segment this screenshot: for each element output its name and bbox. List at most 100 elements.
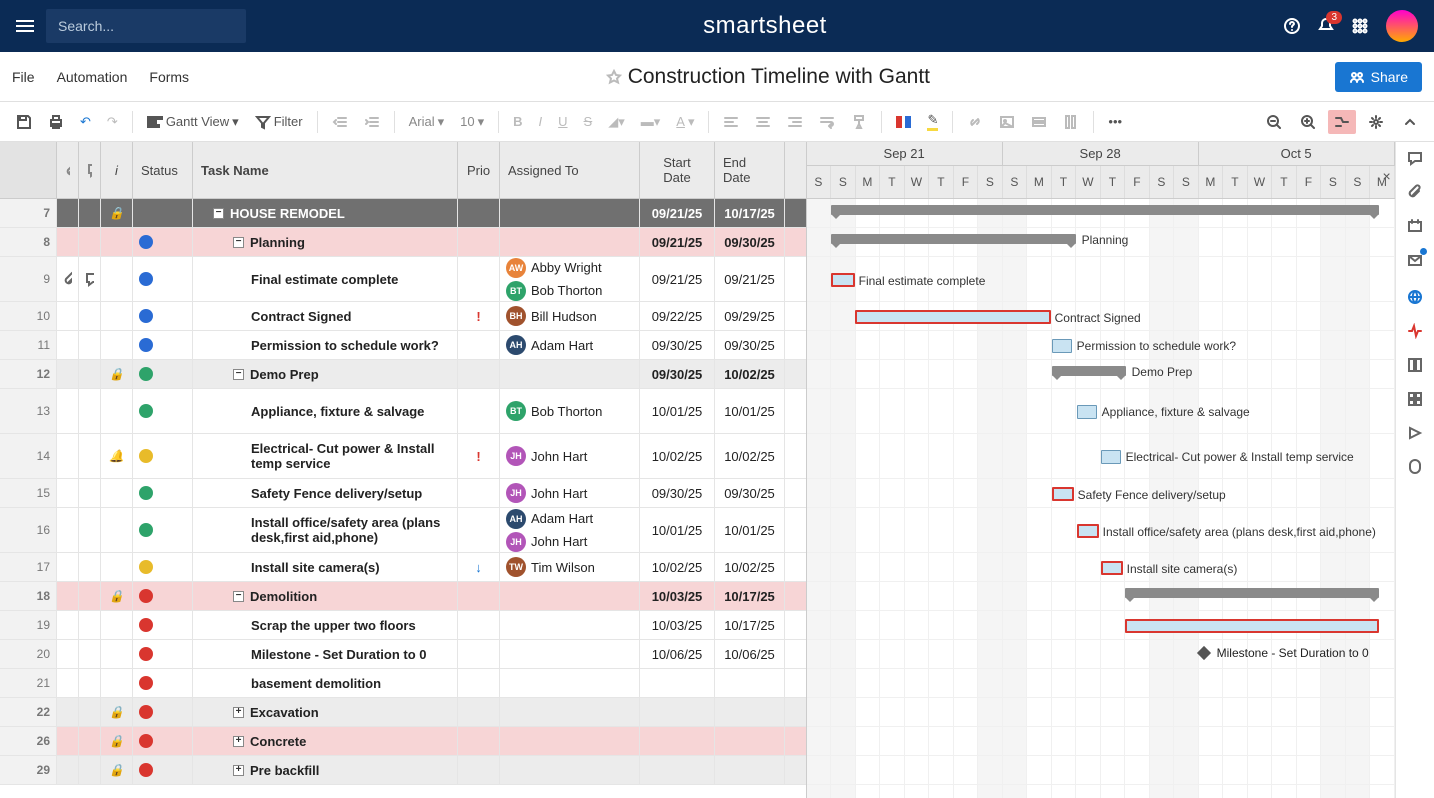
gantt-pane: × Sep 21 Sep 28 Oct 5 SSMTWTFSSMTWTFSSMT… (807, 142, 1395, 798)
notifications-button[interactable]: 3 (1318, 17, 1334, 36)
more-button[interactable]: ••• (1102, 110, 1128, 133)
week-label: Sep 28 (1003, 142, 1199, 165)
table-row[interactable]: 15Safety Fence delivery/setupJHJohn Hart… (0, 479, 806, 508)
table-row[interactable]: 13Appliance, fixture & salvageBTBob Thor… (0, 389, 806, 434)
summary-icon[interactable] (1407, 357, 1423, 373)
table-row[interactable]: 7🔒−HOUSE REMODEL09/21/2510/17/25 (0, 199, 806, 228)
align-right-button[interactable] (781, 110, 809, 134)
table-row[interactable]: 18🔒−Demolition10/03/2510/17/25 (0, 582, 806, 611)
work-apps-icon[interactable] (1407, 391, 1423, 407)
avatar[interactable] (1386, 10, 1418, 42)
size-selector[interactable]: 10 ▾ (454, 110, 490, 134)
format-painter-button[interactable] (845, 110, 873, 134)
help-icon[interactable] (1284, 18, 1300, 34)
table-row[interactable]: 29🔒+Pre backfill (0, 756, 806, 785)
col-comment[interactable] (79, 142, 101, 198)
app-menu: File Automation Forms (0, 69, 201, 85)
grid-header: i Status Task Name Prio Assigned To Star… (0, 142, 806, 199)
connections-icon[interactable] (1407, 459, 1423, 475)
search-input[interactable] (56, 17, 241, 35)
table-row[interactable]: 10Contract Signed!BHBill Hudson09/22/250… (0, 302, 806, 331)
col-indicator[interactable]: i (101, 142, 133, 198)
undo-button[interactable]: ↶ (74, 110, 97, 134)
col-startdate[interactable]: Start Date (640, 142, 715, 198)
page-title: Construction Timeline with Gantt (628, 65, 930, 89)
collapse-button[interactable] (1396, 110, 1424, 134)
grid-rows: 7🔒−HOUSE REMODEL09/21/2510/17/258−Planni… (0, 199, 806, 798)
menu-forms[interactable]: Forms (149, 69, 189, 85)
close-icon[interactable]: × (1382, 168, 1390, 184)
save-button[interactable] (10, 110, 38, 134)
col-taskname[interactable]: Task Name (193, 142, 458, 198)
filter-button[interactable]: Filter (249, 110, 309, 134)
zoom-out-button[interactable] (1260, 110, 1288, 134)
table-row[interactable]: 14🔔Electrical- Cut power & Install temp … (0, 434, 806, 479)
activity-log-icon[interactable] (1407, 323, 1423, 339)
menu-automation[interactable]: Automation (57, 69, 128, 85)
app-launcher-icon[interactable] (1352, 18, 1368, 34)
proofs-icon[interactable] (1407, 218, 1423, 234)
table-row[interactable]: 20Milestone - Set Duration to 010/06/251… (0, 640, 806, 669)
wrap-button[interactable] (813, 110, 841, 134)
align-left-button[interactable] (717, 110, 745, 134)
align-center-button[interactable] (749, 110, 777, 134)
col-enddate[interactable]: End Date (715, 142, 785, 198)
gantt-body[interactable]: PlanningFinal estimate completeContract … (807, 199, 1395, 798)
right-rail (1395, 142, 1434, 798)
italic-button[interactable]: I (533, 110, 549, 133)
table-row[interactable]: 22🔒+Excavation (0, 698, 806, 727)
columns-button[interactable] (1057, 110, 1085, 134)
col-priority[interactable]: Prio (458, 142, 500, 198)
publish-icon[interactable] (1407, 289, 1423, 305)
underline-button[interactable]: U (552, 110, 573, 133)
print-button[interactable] (42, 110, 70, 134)
link-button[interactable] (961, 110, 989, 134)
col-attachment[interactable] (57, 142, 79, 198)
table-row[interactable]: 9Final estimate completeAWAbby WrightBTB… (0, 257, 806, 302)
page-title-wrap: Construction Timeline with Gantt (201, 65, 1335, 89)
top-nav: smartsheet 3 (0, 0, 1434, 52)
search-box[interactable] (46, 9, 246, 43)
text-color-button[interactable]: A▾ (670, 110, 700, 134)
indent-button[interactable] (358, 110, 386, 134)
col-status[interactable]: Status (133, 142, 193, 198)
table-row[interactable]: 8−Planning09/21/2509/30/25 (0, 228, 806, 257)
image-button[interactable] (993, 110, 1021, 134)
strike-button[interactable]: S (578, 110, 599, 133)
toolbar: ↶ ↷ Gantt View ▾ Filter Arial ▾ 10 ▾ B I… (0, 102, 1434, 142)
outdent-button[interactable] (326, 110, 354, 134)
task-color-button[interactable]: ▬▾ (635, 110, 667, 134)
menu-file[interactable]: File (12, 69, 35, 85)
conditional-format-button[interactable] (890, 112, 917, 132)
share-button[interactable]: Share (1335, 62, 1422, 92)
share-label: Share (1371, 69, 1408, 85)
brandfolder-icon[interactable] (1407, 425, 1423, 441)
update-requests-icon[interactable] (1407, 252, 1423, 271)
critical-path-button[interactable] (1328, 110, 1356, 134)
fill-color-button[interactable]: ◢▾ (602, 110, 631, 134)
table-row[interactable]: 26🔒+Concrete (0, 727, 806, 756)
zoom-in-button[interactable] (1294, 110, 1322, 134)
table-row[interactable]: 19Scrap the upper two floors10/03/2510/1… (0, 611, 806, 640)
table-row[interactable]: 16Install office/safety area (plans desk… (0, 508, 806, 553)
redo-button[interactable]: ↷ (101, 110, 124, 134)
settings-button[interactable] (1362, 110, 1390, 134)
star-icon[interactable] (606, 69, 622, 85)
col-rownum[interactable] (0, 142, 57, 198)
font-selector[interactable]: Arial ▾ (403, 110, 451, 134)
rows-button[interactable] (1025, 110, 1053, 134)
conversations-icon[interactable] (1407, 150, 1423, 166)
table-row[interactable]: 21basement demolition (0, 669, 806, 698)
table-row[interactable]: 11Permission to schedule work?AHAdam Har… (0, 331, 806, 360)
table-row[interactable]: 17Install site camera(s)↓TWTim Wilson10/… (0, 553, 806, 582)
highlight-button[interactable]: ✎ (921, 108, 944, 135)
view-selector[interactable]: Gantt View ▾ (141, 110, 245, 134)
menu-icon[interactable] (16, 17, 34, 35)
col-assigned[interactable]: Assigned To (500, 142, 640, 198)
bold-button[interactable]: B (507, 110, 528, 133)
main: i Status Task Name Prio Assigned To Star… (0, 142, 1434, 798)
attachments-icon[interactable] (1407, 184, 1423, 200)
table-row[interactable]: 12🔒−Demo Prep09/30/2510/02/25 (0, 360, 806, 389)
grid-pane: i Status Task Name Prio Assigned To Star… (0, 142, 807, 798)
gantt-day-header: SSMTWTFSSMTWTFSSMTWTFSSM (807, 166, 1395, 199)
